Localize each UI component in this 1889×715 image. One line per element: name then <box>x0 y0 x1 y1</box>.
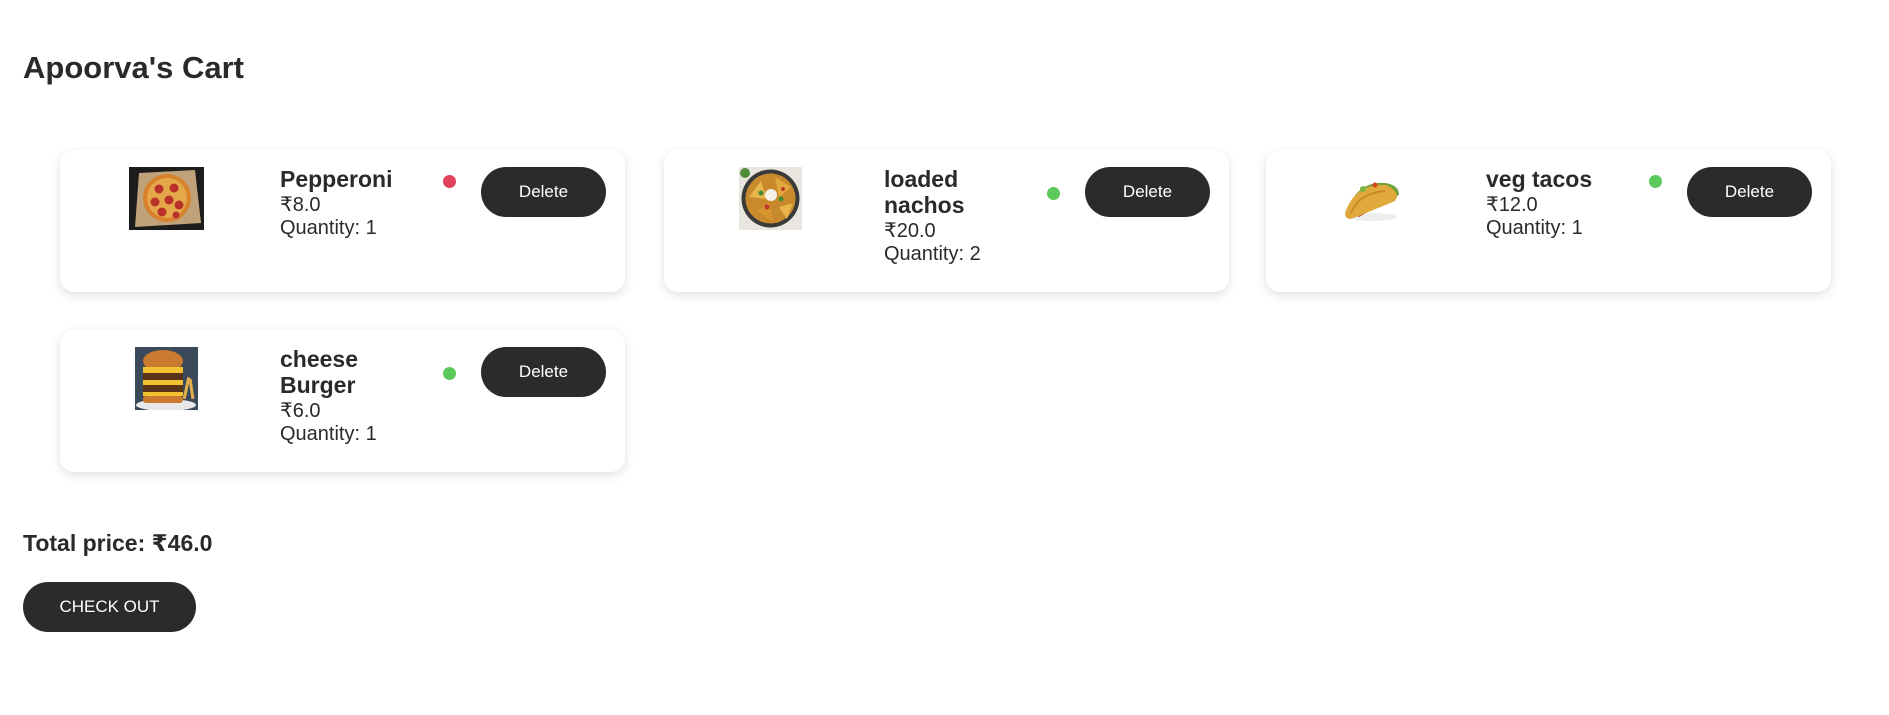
page-title: Apoorva's Cart <box>23 50 244 85</box>
delete-button[interactable]: Delete <box>1687 167 1812 217</box>
pepperoni-pizza-image <box>129 167 204 230</box>
item-info: loaded nachos ₹20.0 Quantity: 2 <box>884 166 1009 266</box>
delete-button[interactable]: Delete <box>481 167 606 217</box>
cart-item-card: cheese Burger ₹6.0 Quantity: 1 Delete <box>60 330 625 472</box>
item-price: ₹20.0 <box>884 220 936 242</box>
item-name: loaded nachos <box>884 166 965 218</box>
delete-button[interactable]: Delete <box>481 347 606 397</box>
delete-button[interactable]: Delete <box>1085 167 1210 217</box>
item-quantity: Quantity: 1 <box>1486 217 1583 239</box>
cart-item-card: loaded nachos ₹20.0 Quantity: 2 Delete <box>664 150 1229 292</box>
item-info: Pepperoni ₹8.0 Quantity: 1 <box>280 166 405 240</box>
veg-indicator-icon <box>1649 175 1662 188</box>
item-price: ₹6.0 <box>280 400 321 422</box>
cheese-burger-image <box>135 347 198 410</box>
item-info: cheese Burger ₹6.0 Quantity: 1 <box>280 346 405 446</box>
item-quantity: Quantity: 1 <box>280 423 377 445</box>
item-name: cheese Burger <box>280 346 359 398</box>
loaded-nachos-image <box>739 167 802 230</box>
total-price: Total price: ₹46.0 <box>23 530 213 556</box>
cart-item-card: veg tacos ₹12.0 Quantity: 1 Delete <box>1266 150 1831 292</box>
non-veg-indicator-icon <box>443 175 456 188</box>
cart-page: Apoorva's Cart Pepperoni ₹8.0 Quantity: … <box>0 0 1889 715</box>
item-quantity: Quantity: 1 <box>280 217 377 239</box>
item-price: ₹8.0 <box>280 194 321 216</box>
veg-indicator-icon <box>443 367 456 380</box>
item-name: veg tacos <box>1486 166 1593 192</box>
cart-item-card: Pepperoni ₹8.0 Quantity: 1 Delete <box>60 150 625 292</box>
veg-indicator-icon <box>1047 187 1060 200</box>
item-info: veg tacos ₹12.0 Quantity: 1 <box>1486 166 1611 240</box>
veg-tacos-image <box>1341 167 1404 230</box>
item-price: ₹12.0 <box>1486 194 1538 216</box>
item-quantity: Quantity: 2 <box>884 243 981 265</box>
checkout-button[interactable]: CHECK OUT <box>23 582 196 632</box>
item-name: Pepperoni <box>280 166 393 192</box>
